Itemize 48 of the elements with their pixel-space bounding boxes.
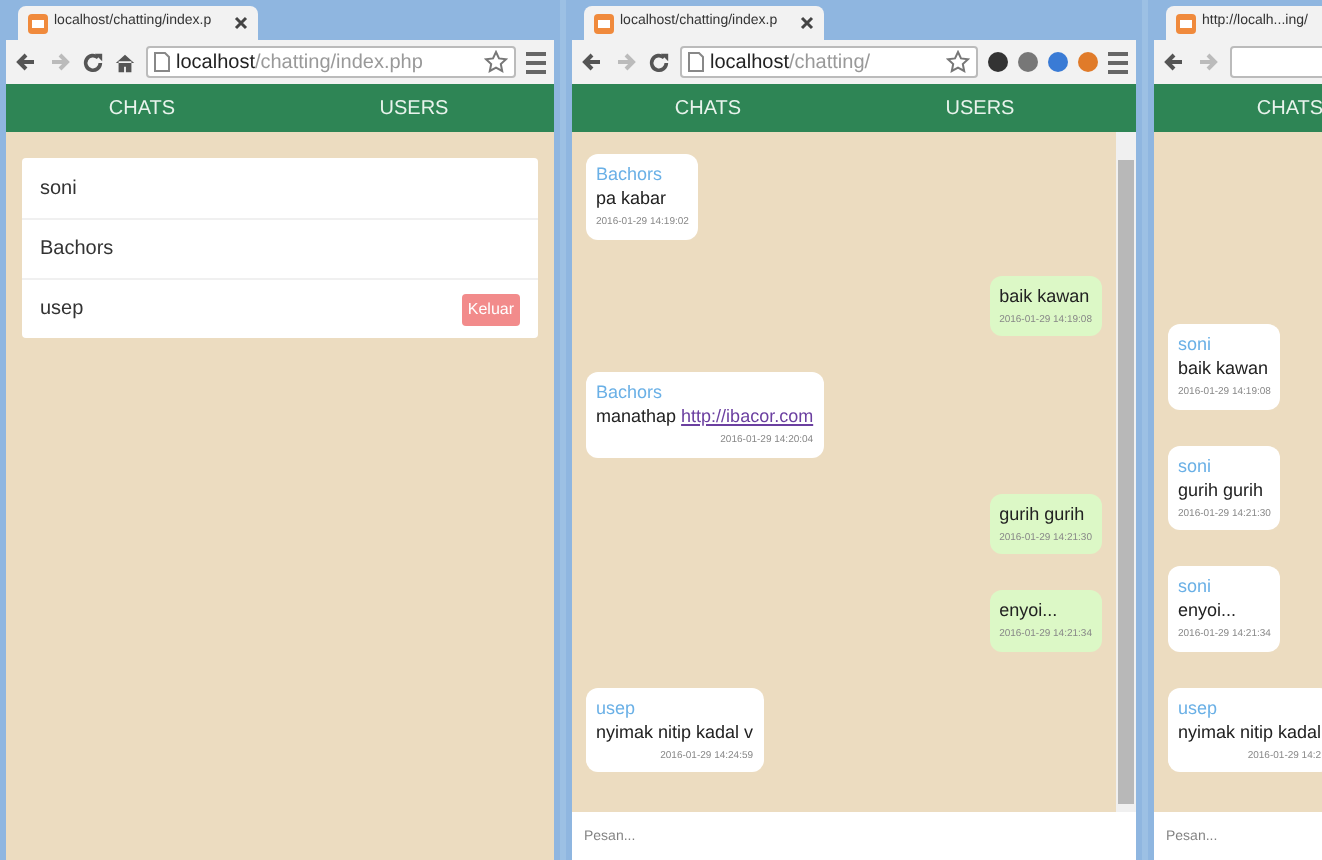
user-name[interactable]: Bachors xyxy=(40,234,114,264)
message-text: enyoi... xyxy=(999,598,1060,622)
home-icon[interactable] xyxy=(114,51,136,73)
address-bar[interactable]: localhost/chatting/index.php xyxy=(146,46,516,78)
close-icon[interactable] xyxy=(800,16,814,30)
message-text: gurih gurih xyxy=(1178,477,1266,501)
url-text: localhost/chatting/ xyxy=(710,49,871,77)
scrollbar[interactable] xyxy=(1116,132,1136,812)
message-text: pa kabar xyxy=(596,186,669,210)
page-icon xyxy=(154,52,170,72)
sender-name: soni xyxy=(1178,332,1214,356)
message-text: manathap http://ibacor.com xyxy=(596,404,814,428)
sender-name: Bachors xyxy=(596,380,665,404)
star-icon[interactable] xyxy=(484,50,508,74)
message-text: nyimak nitip kadal v xyxy=(596,719,754,743)
user-name[interactable]: soni xyxy=(40,173,77,203)
nav-tab[interactable]: CHATS xyxy=(572,84,844,132)
star-icon[interactable] xyxy=(946,50,970,74)
url-text: localhost/chatting/index.php xyxy=(176,49,423,77)
nav-tab[interactable]: CHATS xyxy=(1154,84,1322,132)
sender-name: usep xyxy=(596,695,638,719)
sender-name: soni xyxy=(1178,453,1214,477)
menu-icon[interactable] xyxy=(526,51,546,73)
close-icon[interactable] xyxy=(234,16,248,30)
message-text: nyimak nitip kadal xyxy=(1178,719,1322,743)
sender-name: soni xyxy=(1178,574,1214,598)
message-text: baik kawan xyxy=(1178,356,1271,380)
sender-name: usep xyxy=(1178,695,1220,719)
menu-icon[interactable] xyxy=(1108,51,1128,73)
reload-icon[interactable] xyxy=(648,51,670,73)
nav-tab[interactable]: USERS xyxy=(844,84,1116,132)
back-icon[interactable] xyxy=(14,50,38,74)
address-bar[interactable]: localhost/chatting/ xyxy=(680,46,978,78)
message-text: enyoi... xyxy=(1178,598,1239,622)
message-link[interactable]: http://ibacor.com xyxy=(681,406,814,426)
message-text: baik kawan xyxy=(999,283,1092,307)
sender-name: Bachors xyxy=(596,162,665,186)
nav-tab[interactable]: USERS xyxy=(278,84,550,132)
nav-tab[interactable]: CHATS xyxy=(6,84,278,132)
favicon-icon xyxy=(28,13,48,33)
favicon-icon xyxy=(1176,13,1196,33)
message-text: gurih gurih xyxy=(999,501,1087,525)
user-name[interactable]: usep xyxy=(40,294,84,324)
favicon-icon xyxy=(594,13,614,33)
reload-icon[interactable] xyxy=(82,51,104,73)
back-icon[interactable] xyxy=(1162,50,1186,74)
back-icon[interactable] xyxy=(580,50,604,74)
page-icon xyxy=(688,52,704,72)
